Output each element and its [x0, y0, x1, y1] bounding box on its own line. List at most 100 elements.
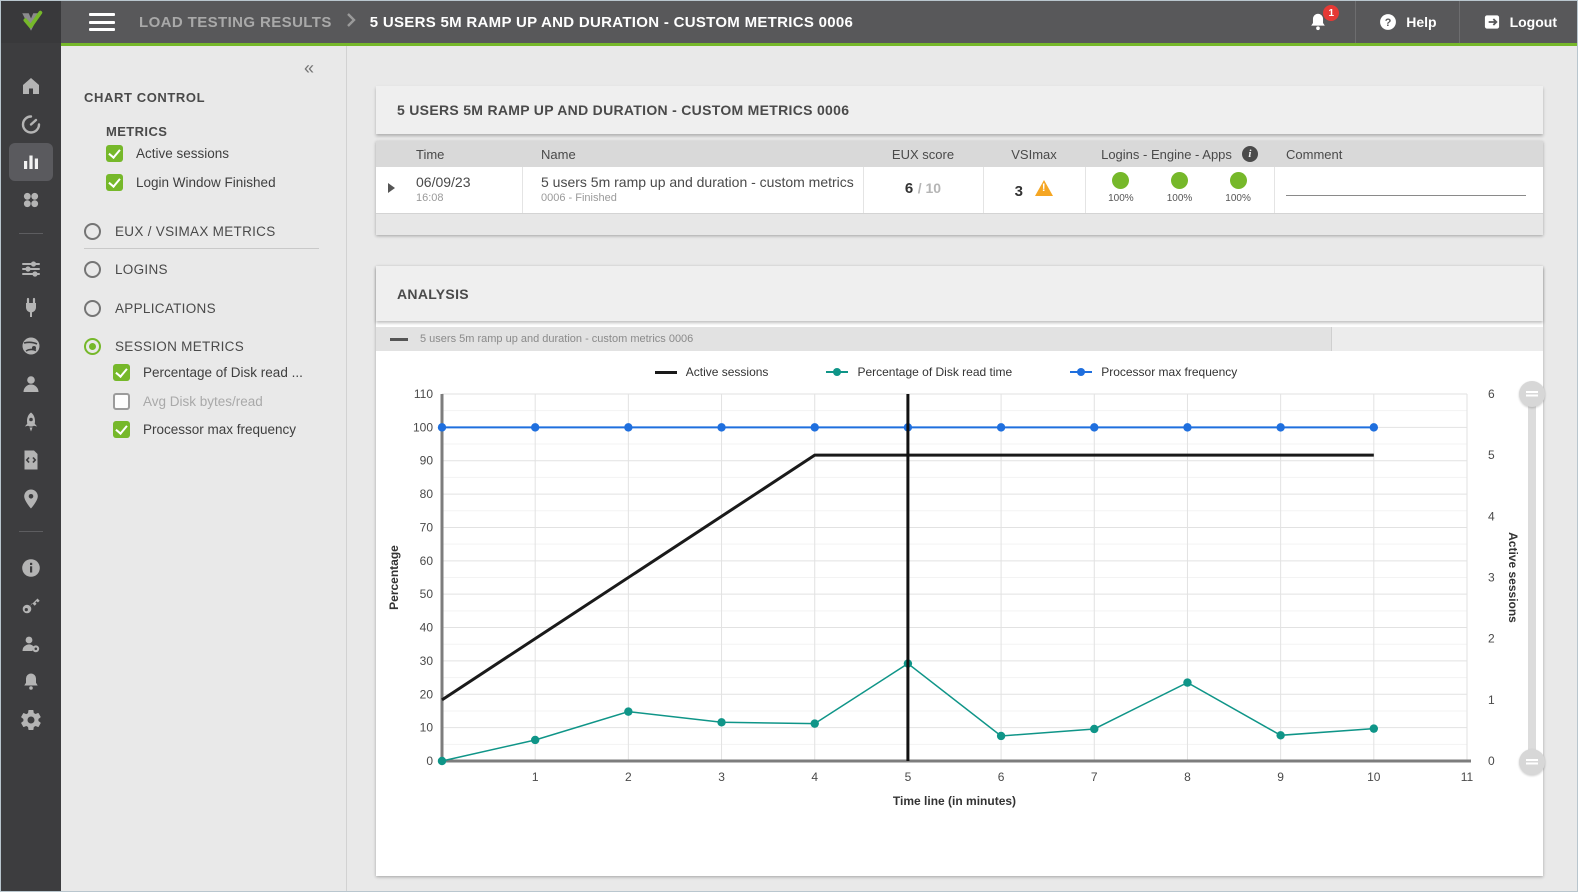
svg-text:80: 80: [420, 487, 434, 501]
svg-text:1: 1: [532, 770, 539, 784]
slider-track[interactable]: [1528, 394, 1536, 762]
checkbox-label: Processor max frequency: [143, 422, 296, 437]
status-percent: 100%: [1225, 193, 1251, 204]
svg-text:20: 20: [420, 687, 434, 701]
logout-button[interactable]: Logout: [1460, 1, 1578, 43]
radio-selected-icon: [84, 338, 101, 355]
app-screen: LOAD TESTING RESULTS 5 USERS 5M RAMP UP …: [0, 0, 1578, 892]
help-label: Help: [1406, 14, 1436, 30]
chart-control-panel: « CHART CONTROL METRICS Active sessions …: [61, 46, 346, 892]
icon-sidebar: [1, 43, 61, 892]
collapse-panel-icon[interactable]: «: [304, 58, 314, 79]
series-toggle-label: 5 users 5m ramp up and duration - custom…: [420, 333, 693, 345]
sidebar-item-settings[interactable]: [9, 701, 53, 739]
svg-text:30: 30: [420, 654, 434, 668]
line-chart[interactable]: 0102030405060708090100110123456789101101…: [376, 351, 1543, 826]
eux-score-max: / 10: [918, 180, 941, 196]
sidebar-item-users[interactable]: [9, 365, 53, 403]
help-button[interactable]: ? Help: [1356, 1, 1458, 43]
run-date: 06/09/23: [416, 174, 471, 190]
sidebar-item-user-management[interactable]: [9, 625, 53, 663]
svg-text:11: 11: [1461, 770, 1474, 784]
checkbox-pct-disk-read[interactable]: Percentage of Disk read ...: [113, 364, 303, 381]
column-header-eux-score: EUX score: [863, 141, 983, 167]
sidebar-item-licenses[interactable]: [9, 587, 53, 625]
slider-handle-top[interactable]: [1519, 381, 1545, 407]
settings-gear-icon: [19, 708, 43, 732]
table-row[interactable]: 06/09/23 16:08 5 users 5m ramp up and du…: [376, 167, 1543, 213]
legend-line-icon: [655, 371, 677, 374]
sidebar-item-alerts[interactable]: [9, 663, 53, 701]
bar-chart-icon: [19, 150, 43, 174]
checkbox-checked-icon: [113, 364, 130, 381]
sidebar-item-scripts[interactable]: [9, 441, 53, 479]
sidebar-item-dashboard[interactable]: [9, 105, 53, 143]
notifications-button[interactable]: 1: [1281, 1, 1355, 43]
svg-text:?: ?: [1385, 17, 1392, 29]
analysis-title: ANALYSIS: [376, 266, 1543, 321]
status-percent: 100%: [1108, 193, 1134, 204]
svg-text:100: 100: [413, 420, 433, 434]
legend-item-processor-max-frequency[interactable]: Processor max frequency: [1070, 365, 1237, 379]
eux-score-value: 6: [905, 180, 913, 197]
checkbox-processor-max-frequency[interactable]: Processor max frequency: [113, 421, 296, 438]
accent-underline: [61, 43, 1578, 46]
legend-item-active-sessions[interactable]: Active sessions: [655, 365, 769, 379]
svg-text:6: 6: [1488, 387, 1495, 401]
results-table: Time Name EUX score VSImax Logins - Engi…: [376, 141, 1543, 235]
checkbox-login-window-finished[interactable]: Login Window Finished: [106, 174, 276, 191]
checkbox-active-sessions[interactable]: Active sessions: [106, 145, 229, 162]
series-toggle-bar[interactable]: 5 users 5m ramp up and duration - custom…: [376, 327, 1543, 351]
panel-content-divider: [346, 46, 347, 892]
help-icon: ?: [1378, 12, 1398, 32]
status-percent: 100%: [1167, 193, 1193, 204]
breadcrumb[interactable]: LOAD TESTING RESULTS: [139, 14, 332, 31]
svg-text:3: 3: [1488, 571, 1495, 585]
panel-title: CHART CONTROL: [84, 90, 205, 105]
column-divider: [863, 167, 864, 213]
row-expander-icon[interactable]: [388, 183, 395, 193]
sidebar-item-launcher[interactable]: [9, 403, 53, 441]
checkbox-checked-icon: [106, 174, 123, 191]
series-dash-icon: [390, 338, 408, 341]
sidebar-item-apps[interactable]: [9, 181, 53, 219]
sidebar-item-home[interactable]: [9, 67, 53, 105]
svg-text:70: 70: [420, 520, 434, 534]
menu-hamburger-icon[interactable]: [89, 13, 115, 31]
sidebar-item-connections[interactable]: [9, 289, 53, 327]
column-divider: [1085, 167, 1086, 213]
legend-label: Percentage of Disk read time: [857, 365, 1012, 379]
checkbox-label: Avg Disk bytes/read: [143, 394, 263, 409]
sidebar-item-environment[interactable]: [9, 327, 53, 365]
logout-icon: [1482, 12, 1502, 32]
sidebar-item-results[interactable]: [9, 143, 53, 181]
svg-text:7: 7: [1091, 770, 1098, 784]
radio-logins[interactable]: LOGINS: [84, 261, 168, 278]
comment-input[interactable]: [1286, 195, 1526, 196]
checkbox-label: Login Window Finished: [136, 175, 276, 190]
location-pin-icon: [19, 487, 43, 511]
checkbox-checked-icon: [113, 421, 130, 438]
radio-eux-vsimax-metrics[interactable]: EUX / VSIMAX METRICS: [84, 223, 276, 240]
sidebar-item-locations[interactable]: [9, 480, 53, 518]
svg-text:5: 5: [905, 770, 912, 784]
info-icon[interactable]: i: [1242, 146, 1258, 162]
radio-session-metrics[interactable]: SESSION METRICS: [84, 338, 244, 355]
user-icon: [19, 372, 43, 396]
checkbox-avg-disk-bytes[interactable]: Avg Disk bytes/read: [113, 393, 263, 410]
app-logo[interactable]: [1, 1, 61, 43]
run-status: 0006 - Finished: [541, 192, 854, 204]
column-divider: [1274, 167, 1275, 213]
cell-vsimax: 3: [983, 180, 1085, 201]
panel-divider: [84, 248, 319, 249]
run-time: 16:08: [416, 192, 471, 204]
column-divider: [983, 167, 984, 213]
vsimax-value: 3: [1015, 183, 1023, 200]
radio-applications[interactable]: APPLICATIONS: [84, 300, 216, 317]
column-header-name: Name: [541, 141, 576, 167]
legend-item-disk-read-time[interactable]: Percentage of Disk read time: [826, 365, 1012, 379]
sidebar-item-test-settings[interactable]: [9, 250, 53, 288]
status-green-dot: [1171, 172, 1188, 189]
sidebar-item-about[interactable]: [9, 549, 53, 587]
slider-handle-bottom[interactable]: [1519, 749, 1545, 775]
